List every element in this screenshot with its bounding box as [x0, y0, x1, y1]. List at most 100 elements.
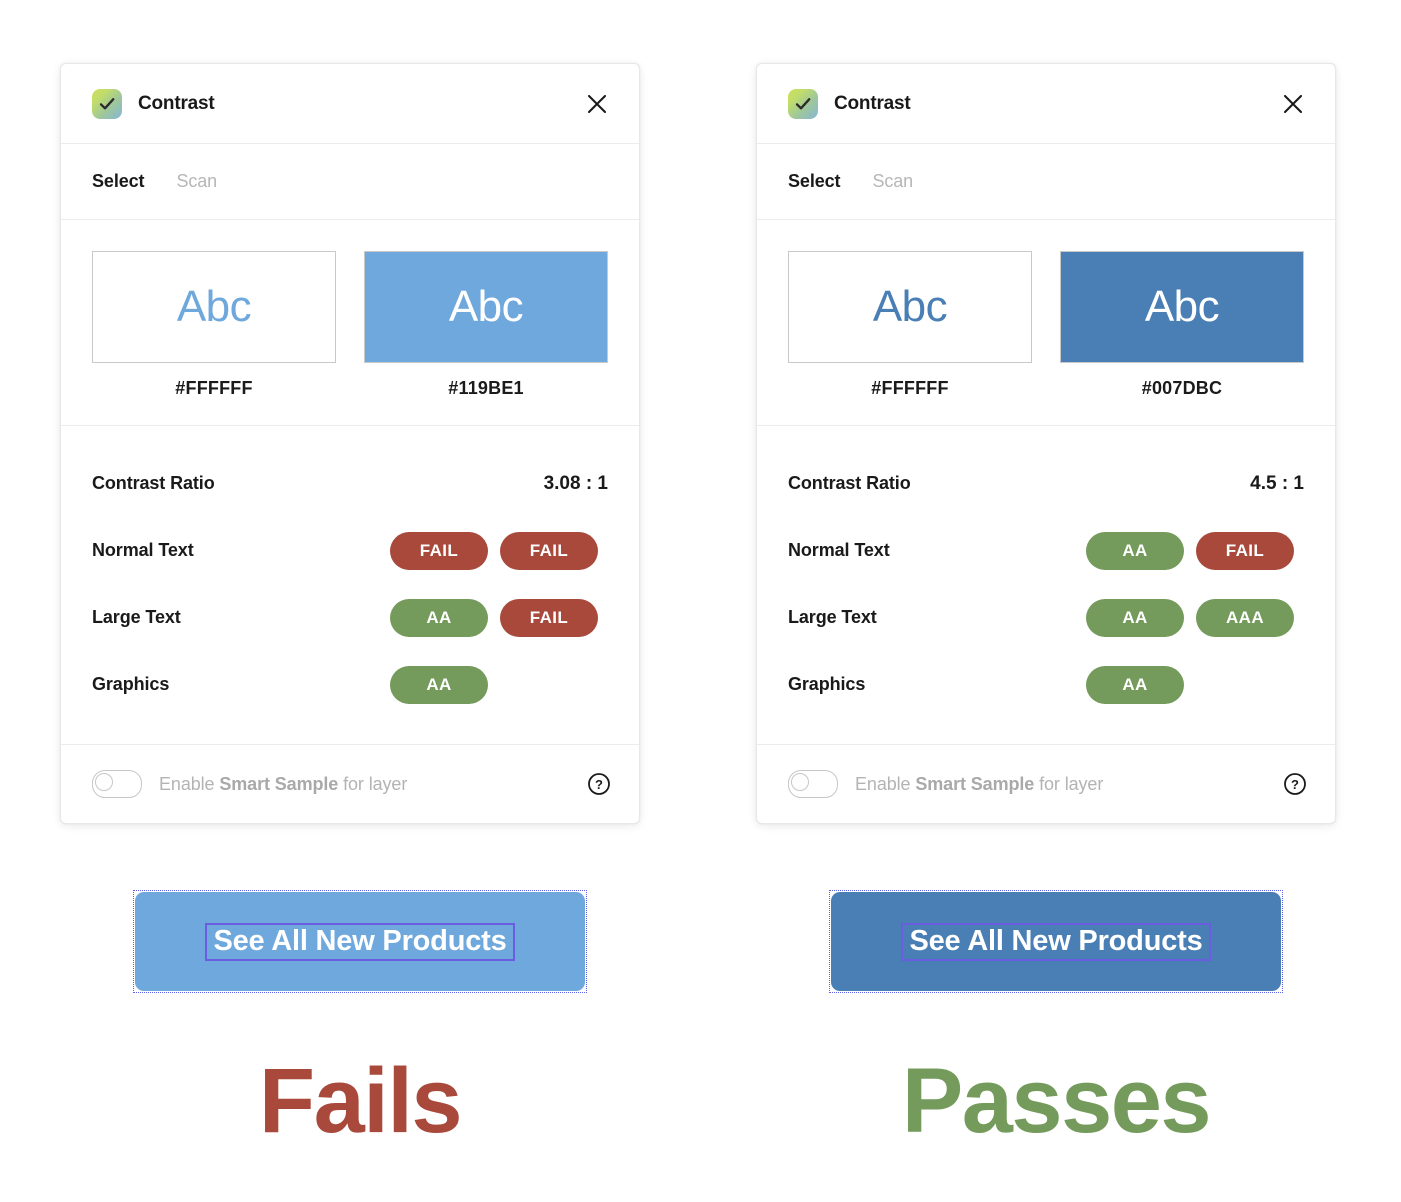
see-all-new-products-button[interactable]: See All New Products	[831, 892, 1281, 991]
selection-outline: See All New Products	[829, 890, 1283, 993]
graphics-label: Graphics	[788, 674, 866, 694]
verdict-passes: Passes	[901, 1050, 1212, 1152]
smart-sample-label: Enable Smart Sample for layer	[855, 774, 1103, 795]
panel-footer: Enable Smart Sample for layer ?	[757, 745, 1335, 823]
right-example-column: Contrast Select Scan Abc #FFFFFF Abc #00…	[736, 0, 1376, 1202]
swatch-sample-text: Abc	[448, 282, 524, 331]
contrast-plugin-panel: Contrast Select Scan Abc #FFFFFF	[756, 63, 1336, 824]
see-all-new-products-label: See All New Products	[213, 924, 507, 957]
status-badge: AA	[390, 665, 488, 704]
foreground-swatch-cell[interactable]: Abc #007DBC	[1060, 251, 1304, 399]
background-swatch-cell[interactable]: Abc #FFFFFF	[92, 251, 336, 399]
smart-sample-label-bold: Smart Sample	[219, 773, 339, 794]
panel-tabs: Select Scan	[757, 144, 1335, 220]
page-title: Contrast	[138, 92, 215, 114]
swatch-sample-text: Abc	[1144, 282, 1220, 331]
large-text-label: Large Text	[92, 607, 181, 627]
panel-header: Contrast	[757, 64, 1335, 144]
status-badge: AA	[1086, 665, 1184, 704]
comparison-stage: Contrast Select Scan Abc #FFFFFF Abc #11…	[0, 0, 1401, 1202]
graphics-badges: AA	[1086, 665, 1304, 704]
smart-sample-label-suffix: for layer	[1034, 773, 1104, 794]
demo-button-wrap: See All New Products	[40, 890, 680, 993]
contrast-checkmark-icon	[92, 88, 122, 119]
graphics-row: Graphics AA	[788, 651, 1304, 718]
contrast-ratio-row: Contrast Ratio 4.5 : 1	[788, 450, 1304, 517]
smart-sample-toggle[interactable]	[788, 770, 838, 798]
large-text-row: Large Text AA AAA	[788, 584, 1304, 651]
tab-scan[interactable]: Scan	[872, 171, 913, 192]
status-badge: FAIL	[390, 531, 488, 570]
contrast-ratio-row: Contrast Ratio 3.08 : 1	[92, 450, 608, 517]
panel-header: Contrast	[61, 64, 639, 144]
see-all-new-products-label: See All New Products	[909, 924, 1203, 957]
status-badge: FAIL	[500, 531, 598, 570]
panel-footer: Enable Smart Sample for layer ?	[61, 745, 639, 823]
swatch-sample-text: Abc	[872, 282, 948, 331]
normal-text-label: Normal Text	[788, 540, 890, 560]
status-badge: FAIL	[1196, 531, 1294, 570]
contrast-ratio-label: Contrast Ratio	[788, 473, 911, 493]
normal-text-row: Normal Text AA FAIL	[788, 517, 1304, 584]
large-text-row: Large Text AA FAIL	[92, 584, 608, 651]
smart-sample-toggle[interactable]	[92, 770, 142, 798]
contrast-ratio-value: 4.5 : 1	[1250, 472, 1304, 494]
large-text-label: Large Text	[788, 607, 877, 627]
graphics-badges: AA	[390, 665, 608, 704]
large-text-badges: AA FAIL	[390, 598, 608, 637]
color-swatch-area: Abc #FFFFFF Abc #119BE1	[61, 220, 639, 426]
tab-select[interactable]: Select	[788, 171, 841, 192]
smart-sample-label-prefix: Enable	[159, 773, 220, 794]
close-icon[interactable]	[580, 87, 614, 121]
contrast-ratio-value: 3.08 : 1	[543, 472, 608, 494]
normal-text-label: Normal Text	[92, 540, 194, 560]
status-badge: AAA	[1196, 598, 1294, 637]
smart-sample-label-suffix: for layer	[338, 773, 408, 794]
foreground-swatch-cell[interactable]: Abc #119BE1	[364, 251, 608, 399]
graphics-label: Graphics	[92, 674, 170, 694]
close-icon[interactable]	[1276, 87, 1310, 121]
left-example-column: Contrast Select Scan Abc #FFFFFF Abc #11…	[40, 0, 680, 1202]
foreground-hex-label: #119BE1	[448, 378, 524, 398]
svg-text:?: ?	[595, 777, 603, 792]
smart-sample-label: Enable Smart Sample for layer	[159, 774, 407, 795]
toggle-knob	[95, 773, 113, 791]
see-all-new-products-button[interactable]: See All New Products	[135, 892, 585, 991]
color-swatch-area: Abc #FFFFFF Abc #007DBC	[757, 220, 1335, 426]
smart-sample-label-prefix: Enable	[855, 773, 916, 794]
large-text-badges: AA AAA	[1086, 598, 1304, 637]
normal-text-row: Normal Text FAIL FAIL	[92, 517, 608, 584]
contrast-checkmark-icon	[788, 88, 818, 119]
foreground-swatch-box[interactable]: Abc	[1060, 251, 1304, 363]
normal-text-badges: FAIL FAIL	[390, 531, 608, 570]
foreground-swatch-box[interactable]: Abc	[364, 251, 608, 363]
page-title: Contrast	[834, 92, 911, 114]
status-badge: AA	[390, 598, 488, 637]
background-hex-label: #FFFFFF	[175, 378, 253, 398]
background-swatch-box[interactable]: Abc	[788, 251, 1032, 363]
panel-tabs: Select Scan	[61, 144, 639, 220]
tab-select[interactable]: Select	[92, 171, 145, 192]
tab-scan[interactable]: Scan	[176, 171, 217, 192]
swatch-sample-text: Abc	[176, 282, 252, 331]
normal-text-badges: AA FAIL	[1086, 531, 1304, 570]
status-badge: AA	[1086, 531, 1184, 570]
verdict-fails: Fails	[258, 1050, 463, 1152]
help-circle-icon[interactable]: ?	[586, 771, 612, 797]
background-swatch-box[interactable]: Abc	[92, 251, 336, 363]
status-badge: FAIL	[500, 598, 598, 637]
demo-button-wrap: See All New Products	[736, 890, 1376, 993]
svg-text:?: ?	[1291, 777, 1299, 792]
background-swatch-cell[interactable]: Abc #FFFFFF	[788, 251, 1032, 399]
graphics-row: Graphics AA	[92, 651, 608, 718]
text-selection-outline: See All New Products	[205, 922, 515, 961]
contrast-plugin-panel: Contrast Select Scan Abc #FFFFFF	[60, 63, 640, 824]
status-badge: AA	[1086, 598, 1184, 637]
text-selection-outline: See All New Products	[901, 922, 1211, 961]
contrast-ratio-label: Contrast Ratio	[92, 473, 215, 493]
results-list: Contrast Ratio 4.5 : 1 Normal Text AA FA…	[757, 426, 1335, 745]
help-circle-icon[interactable]: ?	[1282, 771, 1308, 797]
selection-outline: See All New Products	[133, 890, 587, 993]
smart-sample-label-bold: Smart Sample	[915, 773, 1035, 794]
toggle-knob	[791, 773, 809, 791]
